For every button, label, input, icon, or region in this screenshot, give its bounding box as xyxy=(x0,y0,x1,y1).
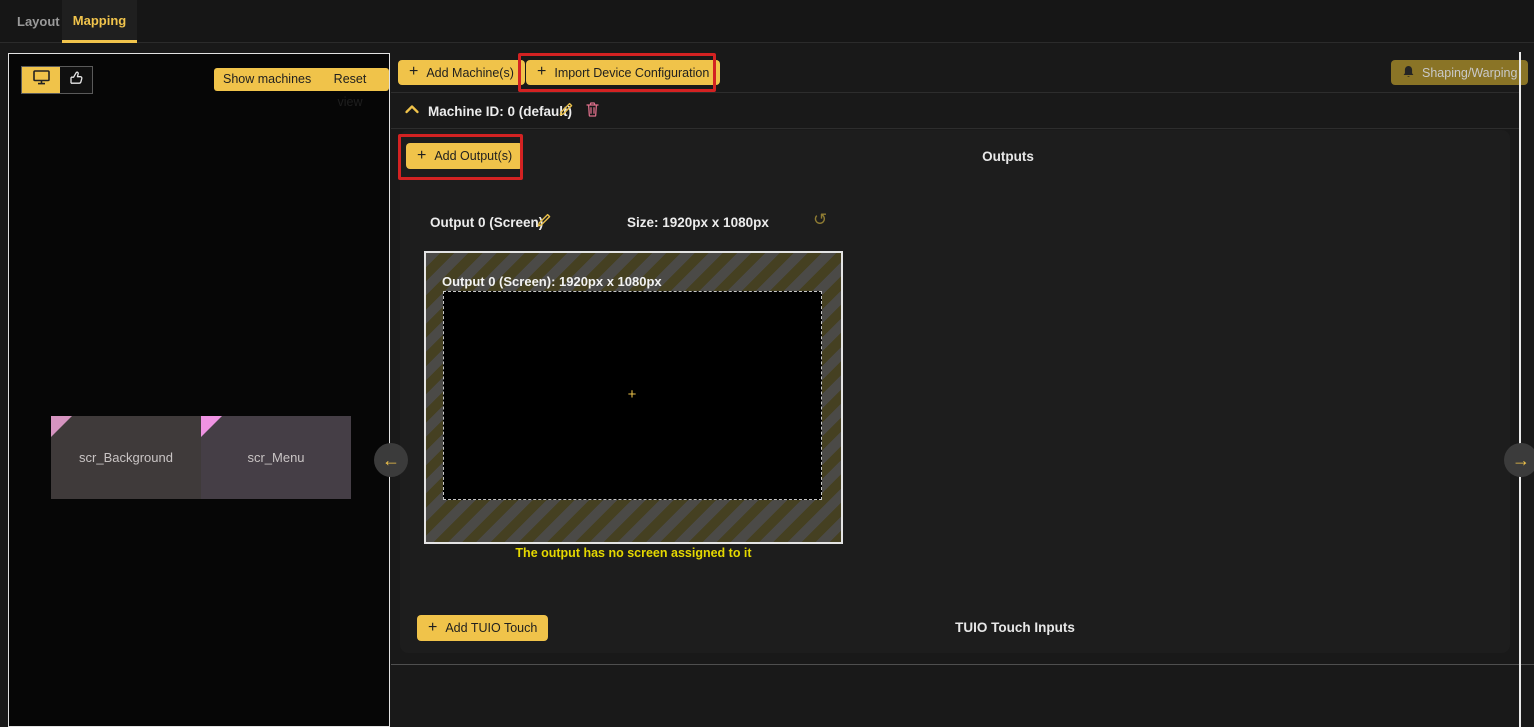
tab-bar: Layout Mapping xyxy=(0,0,1534,43)
add-tuio-touch-button[interactable]: + Add TUIO Touch xyxy=(417,615,548,641)
expand-right-panel-button[interactable]: → xyxy=(1504,443,1534,477)
plus-icon: + xyxy=(417,148,426,164)
reset-view-button[interactable]: Reset view xyxy=(311,68,389,91)
divider xyxy=(391,128,1519,129)
corner-pink-triangle xyxy=(201,416,222,437)
divider xyxy=(391,664,1534,665)
output-preview-label: Output 0 (Screen): 1920px x 1080px xyxy=(442,274,662,289)
arrow-left-icon: ← xyxy=(382,450,400,471)
show-machines-button[interactable]: Show machines xyxy=(214,68,320,91)
monitor-icon xyxy=(33,70,50,90)
arrow-right-icon: → xyxy=(1512,450,1530,471)
layout-canvas-panel: Show machines Reset view scr_Background … xyxy=(8,53,390,727)
right-panel-border xyxy=(1519,52,1521,727)
edit-machine-button[interactable] xyxy=(557,101,574,121)
corner-pink-triangle xyxy=(51,416,72,437)
trash-icon xyxy=(585,105,600,120)
no-screen-warning: The output has no screen assigned to it xyxy=(424,546,843,560)
outputs-section-header: Outputs xyxy=(938,149,1078,164)
collapse-machine-button[interactable] xyxy=(404,103,420,118)
refresh-icon: ↺ xyxy=(813,210,827,229)
shaping-warping-label: Shaping/Warping xyxy=(1422,66,1517,80)
add-outputs-button[interactable]: + Add Output(s) xyxy=(406,143,523,169)
chevron-up-icon xyxy=(404,103,420,118)
screen-tile-background[interactable]: scr_Background xyxy=(51,416,201,499)
pencil-icon xyxy=(535,217,552,232)
view-toggle-group xyxy=(21,66,93,94)
bell-icon xyxy=(1402,65,1415,81)
tuio-touch-inputs-header: TUIO Touch Inputs xyxy=(945,620,1085,635)
refresh-output-button[interactable]: ↺ xyxy=(813,210,827,230)
plus-icon: + xyxy=(428,620,437,636)
pencil-icon xyxy=(557,106,574,121)
thumbs-up-icon xyxy=(69,70,84,90)
plus-icon: + xyxy=(622,385,642,405)
edit-output-button[interactable] xyxy=(535,212,552,232)
tab-layout[interactable]: Layout xyxy=(8,0,69,43)
add-machines-button[interactable]: + Add Machine(s) xyxy=(398,60,525,85)
plus-icon: + xyxy=(537,64,546,80)
add-outputs-label: Add Output(s) xyxy=(434,149,512,163)
import-device-configuration-button[interactable]: + Import Device Configuration xyxy=(526,60,720,85)
screen-tile-label: scr_Menu xyxy=(247,450,304,465)
add-machines-label: Add Machine(s) xyxy=(426,66,514,80)
divider xyxy=(391,92,1519,93)
screen-tile-label: scr_Background xyxy=(79,450,173,465)
plus-icon: + xyxy=(409,64,418,80)
add-tuio-touch-label: Add TUIO Touch xyxy=(445,621,537,635)
import-device-configuration-label: Import Device Configuration xyxy=(554,66,709,80)
collapse-left-panel-button[interactable]: ← xyxy=(374,443,408,477)
tab-mapping[interactable]: Mapping xyxy=(62,0,137,43)
shaping-warping-button[interactable]: Shaping/Warping xyxy=(1391,60,1528,85)
output-name: Output 0 (Screen) xyxy=(430,215,543,230)
output-size: Size: 1920px x 1080px xyxy=(627,215,769,230)
output-preview-area[interactable]: Output 0 (Screen): 1920px x 1080px + xyxy=(424,251,843,544)
delete-machine-button[interactable] xyxy=(585,101,600,120)
monitor-view-toggle[interactable] xyxy=(22,67,60,93)
screen-tile-menu[interactable]: scr_Menu xyxy=(201,416,351,499)
thumbs-up-view-toggle[interactable] xyxy=(60,67,92,93)
machine-title: Machine ID: 0 (default) xyxy=(428,104,572,119)
